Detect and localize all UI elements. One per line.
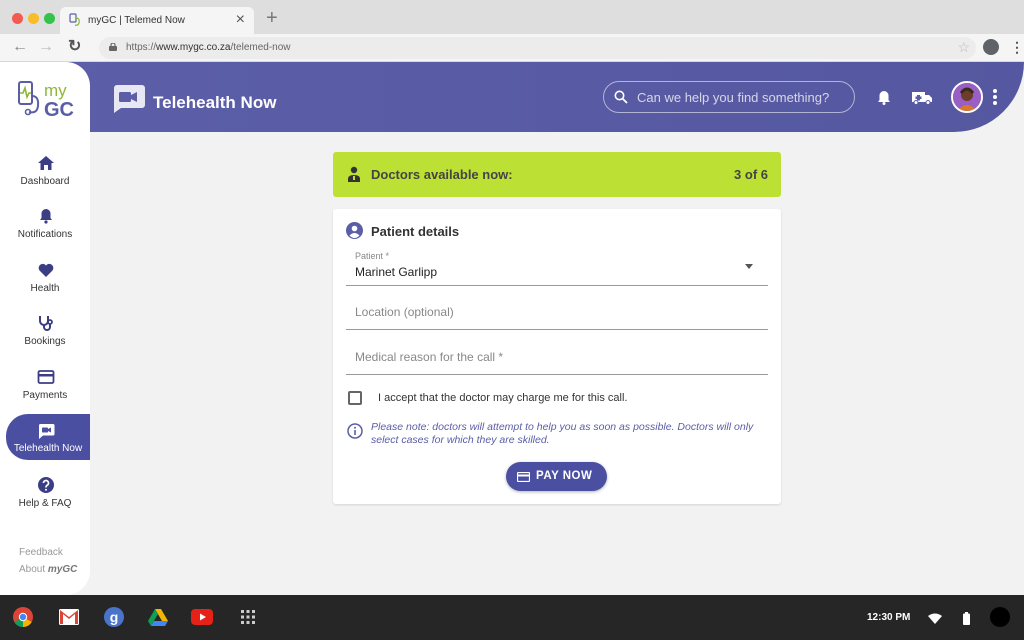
browser-menu-icon[interactable]: ⋮ xyxy=(1010,37,1024,57)
location-placeholder: Location (optional) xyxy=(355,305,454,319)
sidebar: my GC Dashboard Notifications Health Boo… xyxy=(0,62,90,595)
patient-field-label: Patient * xyxy=(355,251,390,261)
home-icon xyxy=(38,156,54,170)
os-taskbar: g 12:30 PM xyxy=(0,595,1024,640)
accept-charge-checkbox[interactable] xyxy=(348,391,362,405)
chrome-icon[interactable] xyxy=(13,607,33,627)
avatar-image xyxy=(953,83,981,111)
search-placeholder: Can we help you find something? xyxy=(637,90,830,105)
doctors-available-count: 3 of 6 xyxy=(734,167,768,182)
logo-mark: my GC xyxy=(18,81,74,121)
sidebar-item-label: Telehealth Now xyxy=(13,443,83,454)
heart-icon xyxy=(38,263,54,277)
sidebar-item-label: Help & FAQ xyxy=(18,498,72,509)
battery-icon[interactable] xyxy=(963,612,970,625)
youtube-icon[interactable] xyxy=(191,609,213,625)
pay-now-button[interactable]: PAY NOW xyxy=(506,462,607,491)
browser-tab-bar: myGC | Telemed Now × + xyxy=(0,0,1024,34)
credit-card-icon xyxy=(517,472,530,482)
svg-text:my: my xyxy=(44,81,67,100)
favicon-icon xyxy=(69,13,80,26)
svg-text:g: g xyxy=(110,609,119,625)
lock-icon xyxy=(109,43,117,51)
close-window-button[interactable] xyxy=(12,13,23,24)
close-tab-icon[interactable]: × xyxy=(236,11,245,29)
video-camera-icon xyxy=(39,424,55,439)
patient-select[interactable]: Patient * Marinet Garlipp xyxy=(346,251,768,286)
reload-icon[interactable]: ↻ xyxy=(68,38,81,56)
user-avatar[interactable] xyxy=(951,81,983,113)
bell-icon xyxy=(40,209,52,224)
video-camera-icon xyxy=(114,85,145,113)
gmail-icon[interactable] xyxy=(59,609,79,625)
feedback-link[interactable]: Feedback xyxy=(19,547,63,558)
accept-charge-label: I accept that the doctor may charge me f… xyxy=(378,392,628,404)
browser-profile-icon[interactable] xyxy=(983,39,999,55)
help-icon xyxy=(38,477,54,493)
sidebar-item-notifications[interactable]: Notifications xyxy=(0,207,90,253)
minimize-window-button[interactable] xyxy=(28,13,39,24)
maximize-window-button[interactable] xyxy=(44,13,55,24)
browser-toolbar: ← → ↻ https://www.mygc.co.za/telemed-now… xyxy=(0,34,1024,62)
more-options-icon[interactable] xyxy=(992,89,998,105)
browser-tab[interactable]: myGC | Telemed Now × xyxy=(60,7,254,34)
notifications-bell-icon[interactable] xyxy=(877,90,891,105)
new-tab-button[interactable]: + xyxy=(266,8,278,28)
doctors-available-label: Doctors available now: xyxy=(371,167,513,182)
medical-reason-field[interactable]: Medical reason for the call * xyxy=(346,341,768,375)
ambulance-icon[interactable] xyxy=(911,91,933,105)
sidebar-item-label: Notifications xyxy=(17,229,73,240)
patient-details-card: Patient details Patient * Marinet Garlip… xyxy=(333,209,781,504)
sidebar-item-bookings[interactable]: Bookings xyxy=(0,314,90,360)
sidebar-item-label: Bookings xyxy=(24,336,66,347)
sidebar-item-label: Health xyxy=(30,283,60,294)
address-bar[interactable]: https://www.mygc.co.za/telemed-now ☆ xyxy=(99,37,976,59)
svg-text:GC: GC xyxy=(44,99,74,120)
account-circle-icon xyxy=(346,222,363,239)
search-icon xyxy=(614,90,628,104)
url-text: https://www.mygc.co.za/telemed-now xyxy=(126,42,291,53)
mygc-logo[interactable]: my GC xyxy=(17,80,81,121)
pay-now-label: PAY NOW xyxy=(536,470,593,482)
info-icon xyxy=(347,423,363,439)
tab-title: myGC | Telemed Now xyxy=(88,15,185,26)
medical-reason-placeholder: Medical reason for the call * xyxy=(355,350,504,364)
location-field[interactable]: Location (optional) xyxy=(346,297,768,330)
bookmark-star-icon[interactable]: ☆ xyxy=(957,39,970,56)
stethoscope-icon xyxy=(39,316,53,331)
sidebar-item-label: Payments xyxy=(22,390,68,401)
drive-icon[interactable] xyxy=(148,607,168,627)
google-icon[interactable]: g xyxy=(104,607,124,627)
sidebar-item-dashboard[interactable]: Dashboard xyxy=(0,154,90,200)
patient-field-value: Marinet Garlipp xyxy=(355,265,438,279)
app-launcher-icon[interactable] xyxy=(241,610,255,624)
wifi-icon[interactable] xyxy=(928,613,942,624)
back-icon[interactable]: ← xyxy=(12,38,28,56)
about-link[interactable]: About myGC xyxy=(19,564,77,575)
search-input[interactable]: Can we help you find something? xyxy=(603,81,855,113)
please-note-text: Please note: doctors will attempt to hel… xyxy=(371,421,754,446)
sidebar-item-label: Dashboard xyxy=(20,176,70,187)
clock[interactable]: 12:30 PM xyxy=(867,612,910,623)
credit-card-icon xyxy=(37,370,55,384)
dropdown-arrow-icon xyxy=(745,264,753,269)
card-title: Patient details xyxy=(371,224,460,239)
sidebar-item-health[interactable]: Health xyxy=(0,261,90,307)
sidebar-item-payments[interactable]: Payments xyxy=(0,368,90,414)
doctor-icon xyxy=(348,166,360,182)
doctors-available-banner: Doctors available now: 3 of 6 xyxy=(333,152,781,197)
forward-icon[interactable]: → xyxy=(38,38,54,56)
sidebar-item-help-faq[interactable]: Help & FAQ xyxy=(0,476,90,522)
sidebar-item-telehealth-now[interactable]: Telehealth Now xyxy=(6,414,90,460)
user-status-icon[interactable] xyxy=(990,607,1010,627)
page-title: Telehealth Now xyxy=(153,93,277,112)
app-header: Telehealth Now Can we help you find some… xyxy=(0,62,1024,132)
